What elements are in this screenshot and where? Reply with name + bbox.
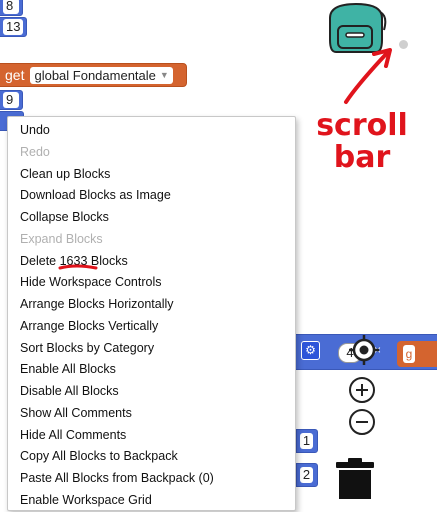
arrow-annotation-icon	[344, 48, 392, 104]
menu-item-sort-blocks-by-category[interactable]: Sort Blocks by Category	[8, 338, 295, 360]
annotation-text: scroll bar	[312, 110, 412, 174]
trash-icon[interactable]	[334, 458, 376, 499]
annotation-line-scroll: scroll	[316, 108, 408, 143]
menu-item-arrange-blocks-vertically[interactable]: Arrange Blocks Vertically	[8, 316, 295, 338]
number-value[interactable]: 2	[300, 467, 313, 483]
menu-item-paste-all-blocks-from-backpack-0[interactable]: Paste All Blocks from Backpack (0)	[8, 468, 295, 490]
crosshair-icon[interactable]	[348, 334, 380, 366]
menu-item-expand-blocks: Expand Blocks	[20, 231, 103, 246]
menu-item-show-all-comments[interactable]: Show All Comments	[8, 403, 295, 425]
zoom-out-icon[interactable]	[349, 409, 375, 435]
number-block-1[interactable]: 1	[296, 429, 318, 453]
menu-item-enable-all-blocks[interactable]: Enable All Blocks	[8, 359, 295, 381]
menu-item-collapse-blocks[interactable]: Collapse Blocks	[8, 207, 295, 229]
menu-item-disable-all-blocks[interactable]: Disable All Blocks	[8, 381, 295, 403]
number-block-13[interactable]: 13	[0, 17, 28, 37]
number-value[interactable]: 1	[300, 433, 313, 449]
chevron-down-icon: ▼	[159, 69, 169, 80]
menu-item-delete-1633-blocks[interactable]: Delete 1633 Blocks	[8, 251, 295, 273]
menu-item-redo: Redo	[20, 144, 50, 159]
scrollbar-thumb[interactable]	[399, 40, 408, 49]
number-block-9[interactable]: 9	[0, 90, 23, 110]
number-value[interactable]: 13	[3, 19, 24, 35]
menu-item-enable-workspace-grid[interactable]: Enable Workspace Grid	[8, 490, 295, 512]
menu-item-undo[interactable]: Undo	[8, 120, 295, 142]
annotation-line-bar: bar	[333, 140, 391, 175]
orange-block-slot: g	[403, 345, 415, 363]
gear-icon[interactable]: ⚙	[301, 341, 320, 360]
get-global-variable-block[interactable]: get global Fondamentale ▼	[0, 63, 187, 87]
menu-item-arrange-blocks-horizontally[interactable]: Arrange Blocks Horizontally	[8, 294, 295, 316]
zoom-in-icon[interactable]	[349, 377, 375, 403]
menu-item-download-blocks-as-image[interactable]: Download Blocks as Image	[8, 185, 295, 207]
get-keyword: get	[5, 67, 25, 83]
number-block-8[interactable]: 8	[0, 0, 23, 16]
menu-item-hide-all-comments[interactable]: Hide All Comments	[8, 425, 295, 447]
variable-name: global Fondamentale	[34, 67, 156, 83]
context-menu: Undo Redo Clean up Blocks Download Blocks a…	[7, 116, 296, 511]
orange-block-partial[interactable]: g	[397, 341, 437, 367]
underline-annotation-icon	[58, 264, 98, 270]
number-block-2[interactable]: 2	[296, 463, 318, 487]
number-value[interactable]: 9	[3, 92, 19, 108]
number-value[interactable]: 8	[3, 0, 19, 14]
menu-item-copy-all-blocks-to-backpack[interactable]: Copy All Blocks to Backpack	[8, 446, 295, 468]
variable-dropdown[interactable]: global Fondamentale ▼	[30, 66, 173, 84]
menu-item-clean-up-blocks[interactable]: Clean up Blocks	[8, 164, 295, 186]
menu-item-hide-workspace-controls[interactable]: Hide Workspace Controls	[8, 272, 295, 294]
